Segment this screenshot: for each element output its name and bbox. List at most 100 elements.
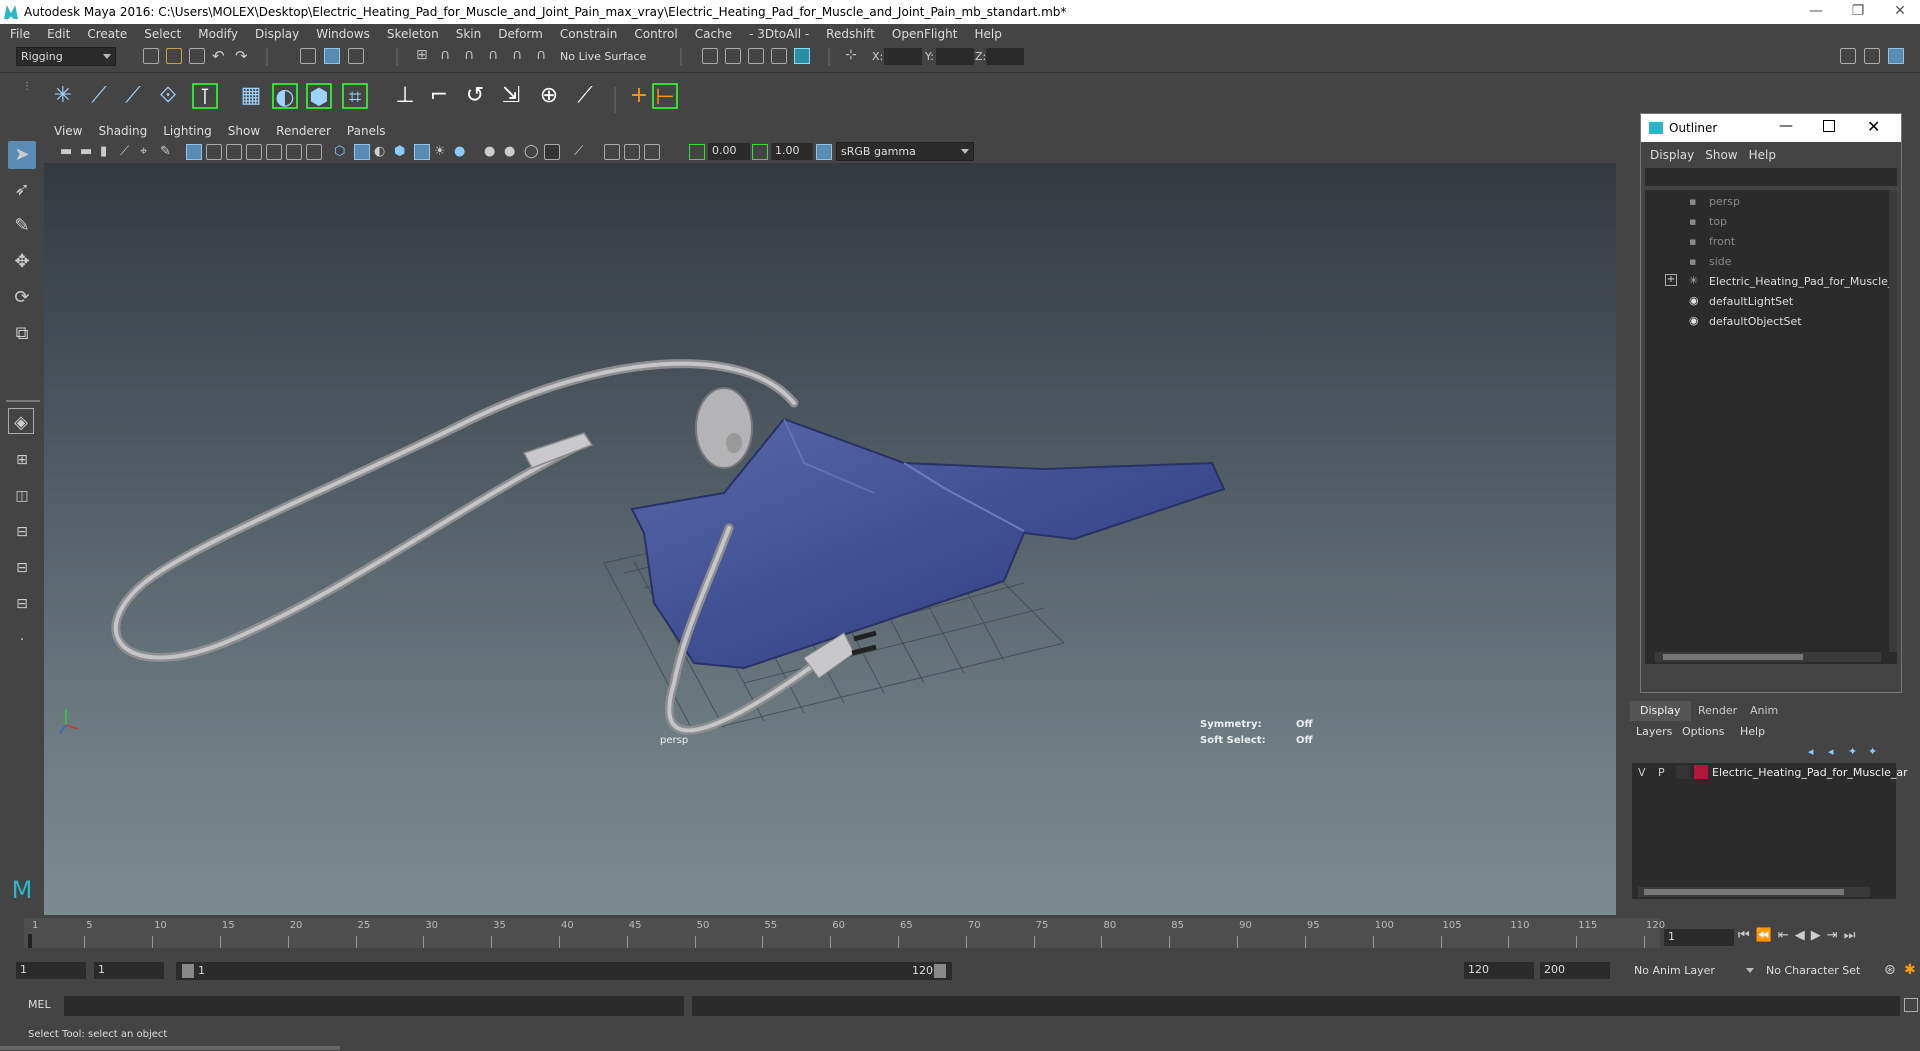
- playback-end-field[interactable]: 120: [1464, 962, 1534, 979]
- rotate-tool-icon[interactable]: ⟳: [8, 284, 36, 312]
- wrap-icon[interactable]: ◐: [272, 83, 298, 110]
- close-window-button[interactable]: ✕: [1880, 0, 1920, 24]
- preferences-icon[interactable]: ✱: [1904, 962, 1916, 978]
- command-input[interactable]: [64, 996, 684, 1016]
- x-field[interactable]: [884, 48, 922, 65]
- scale-tool-icon[interactable]: ⧉: [8, 320, 36, 348]
- grid-toggle-icon[interactable]: [186, 144, 202, 160]
- animation-end-field[interactable]: 200: [1540, 962, 1610, 979]
- layer-type-toggle[interactable]: [1676, 765, 1690, 779]
- undo-icon[interactable]: ↶: [212, 47, 228, 65]
- layer-horizontal-scrollbar[interactable]: [1638, 887, 1870, 897]
- point-constraint-icon[interactable]: ⌐: [426, 83, 452, 109]
- menu-select[interactable]: Select: [144, 24, 181, 41]
- gate-mask-icon[interactable]: [246, 144, 262, 160]
- color-management-icon[interactable]: [816, 144, 832, 160]
- menuset-dropdown[interactable]: Rigging: [16, 47, 116, 66]
- current-frame-field[interactable]: 1: [1664, 929, 1734, 946]
- layer-move-down-icon[interactable]: ◂: [1828, 745, 1834, 758]
- menu-control[interactable]: Control: [634, 24, 677, 41]
- panel-menu-lighting[interactable]: Lighting: [163, 122, 212, 138]
- menu-skin[interactable]: Skin: [456, 24, 482, 41]
- select-object-icon[interactable]: [324, 48, 340, 64]
- gamma-icon[interactable]: [752, 144, 768, 160]
- auto-key-icon[interactable]: ⊛: [1884, 962, 1896, 978]
- go-to-start-icon[interactable]: ⏮: [1738, 928, 1756, 943]
- outliner-item-heating-pad-group[interactable]: + ✳ Electric_Heating_Pad_for_Muscle_a: [1645, 272, 1893, 292]
- layer-menu-options[interactable]: Options: [1682, 725, 1724, 738]
- layer-menu-help[interactable]: Help: [1740, 725, 1765, 738]
- maximize-icon[interactable]: [1823, 120, 1835, 132]
- new-layer-icon[interactable]: ✦: [1848, 745, 1857, 758]
- exposure-icon[interactable]: [689, 144, 705, 160]
- field-chart-icon[interactable]: [266, 144, 282, 160]
- select-tool-icon[interactable]: ➤: [8, 141, 36, 169]
- modeling-toolkit-icon[interactable]: [1840, 48, 1856, 64]
- layer-row[interactable]: V P Electric_Heating_Pad_for_Muscle_ar: [1632, 763, 1908, 783]
- outliner-menu-display[interactable]: Display: [1650, 148, 1694, 162]
- expand-icon[interactable]: +: [1665, 274, 1677, 286]
- snap-surface-icon[interactable]: ∩: [512, 47, 528, 63]
- current-time-marker[interactable]: [28, 934, 32, 948]
- layer-menu-layers[interactable]: Layers: [1636, 725, 1672, 738]
- outliner-search-input[interactable]: [1645, 168, 1897, 186]
- perspective-viewport[interactable]: persp Symmetry: Off Soft Select: Off: [44, 163, 1616, 915]
- outliner-vertical-scrollbar[interactable]: [1889, 190, 1897, 652]
- menu-deform[interactable]: Deform: [498, 24, 543, 41]
- gamma-field[interactable]: 1.00: [771, 143, 813, 160]
- xray-active-icon[interactable]: [624, 144, 640, 160]
- range-end-handle[interactable]: [934, 964, 946, 978]
- live-surface-label[interactable]: No Live Surface: [560, 50, 646, 63]
- select-component-icon[interactable]: [348, 48, 364, 64]
- anti-aliasing-icon[interactable]: ●: [504, 144, 520, 160]
- layer-color-swatch[interactable]: [1694, 765, 1708, 779]
- four-view-layout-icon[interactable]: ⊞: [8, 446, 36, 474]
- side-by-side-layout-icon[interactable]: ◫: [8, 482, 36, 510]
- outliner-item-side[interactable]: ▪ side: [1645, 252, 1893, 272]
- safe-title-icon[interactable]: [306, 144, 322, 160]
- tab-display-layers[interactable]: Display: [1630, 701, 1691, 721]
- menu-file[interactable]: File: [10, 24, 30, 41]
- lattice-icon[interactable]: ▦: [238, 83, 264, 109]
- menu-display[interactable]: Display: [255, 24, 299, 41]
- isolate-select-icon[interactable]: [544, 144, 560, 160]
- ik-handle-icon[interactable]: ⟋: [86, 83, 112, 109]
- hypershade-layout-icon[interactable]: ⊟: [8, 590, 36, 618]
- camera-bookmark-icon[interactable]: ▬: [80, 144, 96, 160]
- panel-menu-view[interactable]: View: [54, 122, 82, 138]
- outliner-item-default-light-set[interactable]: ◉ defaultLightSet: [1645, 292, 1893, 312]
- menu-windows[interactable]: Windows: [316, 24, 370, 41]
- snap-grid-icon[interactable]: ⊞: [416, 47, 432, 63]
- xray-icon[interactable]: ⟋: [574, 144, 590, 160]
- range-start-handle[interactable]: [182, 964, 194, 978]
- cluster-icon[interactable]: ⊺: [192, 83, 218, 110]
- xray-joints-icon[interactable]: [604, 144, 620, 160]
- attribute-editor-toggle-icon[interactable]: [1864, 48, 1880, 64]
- scale-constraint-icon[interactable]: ⇲: [498, 83, 524, 109]
- minimize-icon[interactable]: —: [1779, 118, 1793, 134]
- menu-cache[interactable]: Cache: [695, 24, 732, 41]
- step-back-icon[interactable]: ⏪: [1756, 928, 1778, 943]
- panel-menu-renderer[interactable]: Renderer: [276, 122, 331, 138]
- outliner-menu-show[interactable]: Show: [1705, 148, 1737, 162]
- exposure-field[interactable]: 0.00: [708, 143, 750, 160]
- outliner-item-default-object-set[interactable]: ◉ defaultObjectSet: [1645, 312, 1893, 332]
- new-scene-icon[interactable]: [143, 48, 159, 64]
- animation-start-field[interactable]: 1: [16, 962, 86, 979]
- smooth-shade-icon[interactable]: [354, 144, 370, 160]
- play-forwards-icon[interactable]: ▶: [1811, 928, 1827, 943]
- skin-bind-icon[interactable]: ⟐: [155, 83, 181, 109]
- y-field[interactable]: [936, 48, 974, 65]
- restore-button[interactable]: ❐: [1838, 0, 1878, 24]
- menu-modify[interactable]: Modify: [198, 24, 238, 41]
- safe-action-icon[interactable]: [286, 144, 302, 160]
- go-to-end-icon[interactable]: ⏭: [1844, 928, 1862, 943]
- camera-attributes-icon[interactable]: ▬: [60, 144, 76, 160]
- view-transform-dropdown[interactable]: sRGB gamma: [836, 142, 974, 161]
- menu-constrain[interactable]: Constrain: [560, 24, 618, 41]
- time-slider[interactable]: 1 5 10 15 20 25 30 35 40 45 50 55 60 65 70 75 80 85 90 95 10…: [24, 918, 1665, 948]
- magnet-icon[interactable]: ∩: [536, 47, 552, 63]
- bookmark-icon[interactable]: ▮: [100, 144, 116, 160]
- pole-vector-icon[interactable]: ⟋: [572, 83, 598, 109]
- outliner-item-front[interactable]: ▪ front: [1645, 232, 1893, 252]
